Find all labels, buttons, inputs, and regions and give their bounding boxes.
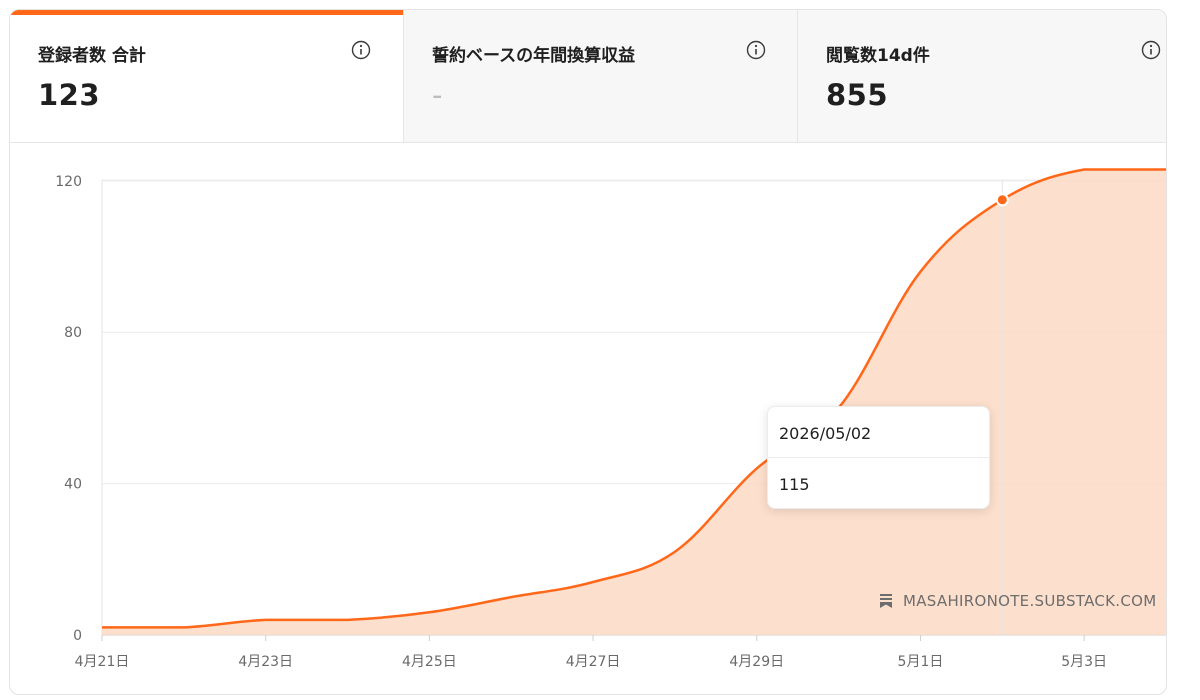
metric-label: 閲覧数14d件	[826, 46, 930, 66]
y-tick-label: 120	[55, 174, 82, 190]
metric-label: 登録者数 合計	[38, 46, 146, 66]
info-icon[interactable]	[1141, 40, 1161, 60]
chart-tooltip: 2026/05/02 115	[767, 406, 990, 509]
x-tick-label: 4月29日	[729, 654, 784, 670]
watermark: MASAHIRONOTE.SUBSTACK.COM	[879, 592, 1156, 610]
info-icon[interactable]	[351, 40, 371, 60]
substack-bookmark-icon	[880, 594, 892, 608]
y-tick-label: 40	[64, 477, 82, 493]
active-tab-indicator	[10, 10, 403, 15]
x-tick-label: 4月27日	[566, 654, 621, 670]
info-icon[interactable]	[746, 40, 766, 60]
tooltip-date: 2026/05/02	[779, 424, 872, 443]
x-tick-label: 4月21日	[75, 654, 130, 670]
metric-tab-subscribers[interactable]: 登録者数 合計 123	[10, 10, 404, 142]
x-tick-label: 5月1日	[898, 654, 944, 670]
metric-value: -	[432, 78, 443, 112]
y-tick-label: 80	[64, 325, 82, 341]
subscribers-chart[interactable]: 0 40 80 120 4月21日 4月23日 4月25日 4月27日 4月29日 5月1日 5月3…	[10, 143, 1166, 694]
x-tick-label: 4月23日	[238, 654, 293, 670]
tooltip-divider	[768, 457, 989, 458]
series-area	[102, 169, 1166, 635]
tooltip-value: 115	[779, 475, 810, 494]
watermark-text: MASAHIRONOTE.SUBSTACK.COM	[903, 592, 1157, 610]
metric-label: 誓約ベースの年間換算収益	[432, 46, 636, 66]
x-tick-label: 4月25日	[402, 654, 457, 670]
metric-value: 855	[826, 78, 889, 112]
y-tick-label: 0	[73, 628, 82, 644]
metric-tabs: 登録者数 合計 123 誓約ベースの年間換算収益 - 閲覧数14d件 855	[10, 10, 1166, 143]
metric-tab-views-14d[interactable]: 閲覧数14d件 855	[798, 10, 1166, 142]
chart-area: 0 40 80 120 4月21日 4月23日 4月25日 4月27日 4月29日 5月1日 5月3…	[10, 143, 1166, 694]
x-tick-label: 5月3日	[1061, 654, 1107, 670]
subscriber-stats-card: 登録者数 合計 123 誓約ベースの年間換算収益 - 閲覧数14d件 855 0…	[9, 9, 1167, 695]
metric-tab-annualized-revenue[interactable]: 誓約ベースの年間換算収益 -	[404, 10, 798, 142]
metric-value: 123	[38, 78, 101, 112]
highlight-point	[995, 193, 1009, 207]
